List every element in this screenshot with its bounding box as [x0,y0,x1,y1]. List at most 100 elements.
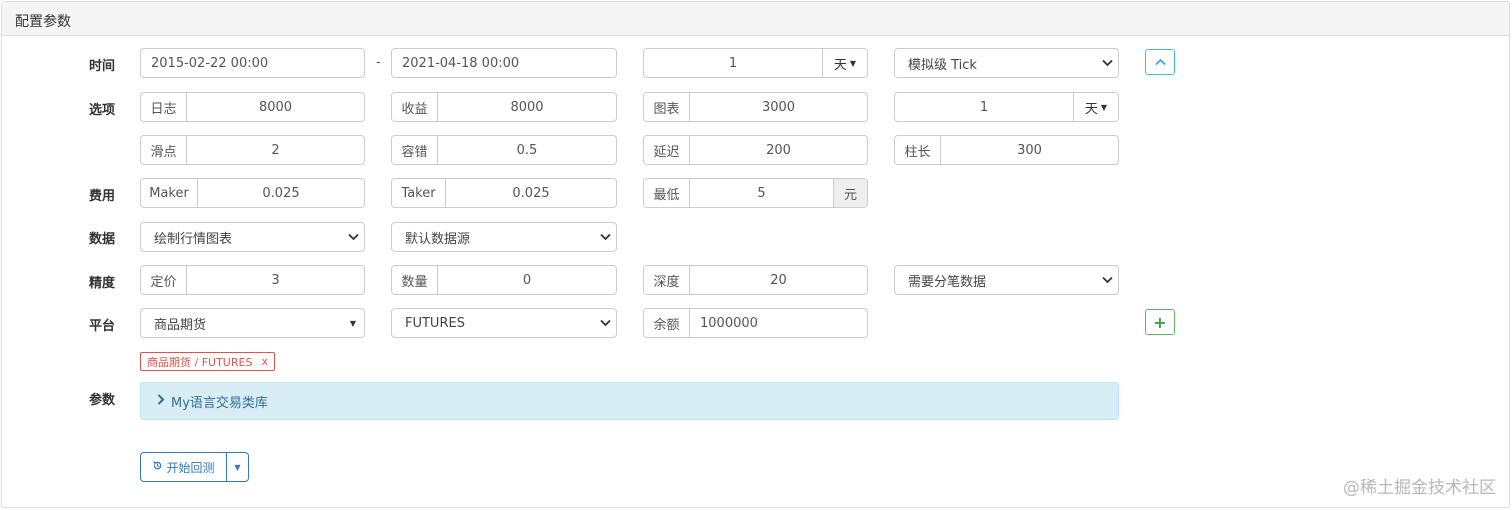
kline-period-input[interactable]: 1 天 ▼ [894,92,1119,122]
label-params: 参数 [89,393,116,408]
contract-value: FUTURES [405,315,465,331]
caret-down-icon: ▼ [849,58,857,68]
end-date-value: 2021-04-18 00:00 [402,55,520,71]
chart-mode-value: 绘制行情图表 [154,231,233,247]
min-fee-field[interactable]: 最低 5 元 [643,178,868,208]
date-separator: - [376,55,381,70]
profit-value: 8000 [510,99,544,115]
depth-field[interactable]: 深度 20 [643,265,868,295]
chevron-down-icon [594,309,616,337]
tolerance-label: 容错 [392,136,438,164]
tick-mode-value: 模拟级 Tick [908,57,977,73]
run-backtest-label: 开始回测 [166,460,215,475]
delay-field[interactable]: 延迟 200 [643,135,868,165]
qty-precision-label: 数量 [392,266,438,294]
period-input[interactable]: 1 天 ▼ [643,48,868,78]
slippage-value: 2 [271,142,280,158]
caret-down-icon: ▼ [234,462,241,472]
collapse-button[interactable] [1145,49,1175,75]
history-icon [152,460,163,474]
maker-fee-field[interactable]: Maker 0.025 [140,178,365,208]
price-precision-label: 定价 [141,266,187,294]
exchange-value: 商品期货 [154,317,207,333]
balance-value: 1000000 [700,315,758,331]
balance-label: 余额 [644,309,690,337]
label-fees: 费用 [89,189,116,204]
tick-mode-select[interactable]: 模拟级 Tick [894,48,1119,78]
maker-fee-value: 0.025 [262,185,300,201]
library-accordion[interactable]: My语言交易类库 [140,382,1119,420]
kline-unit-dropdown[interactable]: 天 ▼ [1073,93,1118,121]
chart-label: 图表 [644,93,690,121]
panel-title: 配置参数 [2,2,1509,36]
depth-value: 20 [770,272,787,288]
bar-length-value: 300 [1017,142,1042,158]
taker-fee-field[interactable]: Taker 0.025 [391,178,617,208]
profit-label: 收益 [392,93,438,121]
delay-value: 200 [766,142,791,158]
balance-field[interactable]: 余额 1000000 [643,308,868,338]
platform-tag: 商品期货 / FUTURES x [140,352,275,371]
min-fee-value: 5 [757,185,766,201]
start-date-value: 2015-02-22 00:00 [151,55,269,71]
price-precision-value: 3 [271,272,280,288]
run-backtest-group: 开始回测 ▼ [140,452,249,482]
caret-down-icon: ▼ [349,318,357,328]
profit-field[interactable]: 收益 8000 [391,92,617,122]
taker-fee-label: Taker [392,179,446,207]
watermark: @稀土掘金技术社区 [1343,478,1496,498]
label-data: 数据 [89,232,116,247]
chevron-right-icon [157,394,165,408]
add-platform-button[interactable]: + [1145,309,1175,335]
library-title: My语言交易类库 [171,395,268,411]
chart-mode-select[interactable]: 绘制行情图表 [140,222,365,252]
exchange-dropdown[interactable]: 商品期货 ▼ [140,308,365,338]
data-source-select[interactable]: 默认数据源 [391,222,617,252]
chevron-down-icon [594,223,616,251]
tick-data-value: 需要分笔数据 [908,274,987,290]
tolerance-value: 0.5 [516,142,538,158]
run-options-dropdown[interactable]: ▼ [227,452,249,482]
delay-label: 延迟 [644,136,690,164]
period-unit-dropdown[interactable]: 天 ▼ [822,49,867,77]
label-time: 时间 [89,59,116,74]
log-label: 日志 [141,93,187,121]
slippage-field[interactable]: 滑点 2 [140,135,365,165]
caret-down-icon: ▼ [1100,102,1108,112]
tolerance-field[interactable]: 容错 0.5 [391,135,617,165]
qty-precision-field[interactable]: 数量 0 [391,265,617,295]
depth-label: 深度 [644,266,690,294]
kline-period-value: 1 [979,99,989,115]
start-date-input[interactable]: 2015-02-22 00:00 [140,48,365,78]
bar-length-label: 柱长 [895,136,941,164]
label-platform: 平台 [89,319,116,334]
contract-select[interactable]: FUTURES [391,308,617,338]
price-precision-field[interactable]: 定价 3 [140,265,365,295]
kline-unit-label: 天 [1084,101,1098,117]
chevron-down-icon [342,223,364,251]
label-precision: 精度 [89,276,116,291]
period-unit-label: 天 [833,57,847,73]
log-value: 8000 [258,99,293,115]
qty-precision-value: 0 [522,272,532,288]
log-field[interactable]: 日志 8000 [140,92,365,122]
chevron-up-icon [1154,58,1166,66]
min-fee-label: 最低 [644,179,690,207]
chevron-down-icon [1096,49,1118,77]
slippage-label: 滑点 [141,136,187,164]
run-backtest-button[interactable]: 开始回测 [140,452,227,482]
period-value: 1 [728,55,738,71]
label-options: 选项 [89,103,116,118]
chevron-down-icon [1096,266,1118,294]
platform-tag-label: 商品期货 / FUTURES [147,355,253,369]
taker-fee-value: 0.025 [512,185,550,201]
end-date-input[interactable]: 2021-04-18 00:00 [391,48,617,78]
tag-close-icon[interactable]: x [261,355,268,368]
maker-fee-label: Maker [141,179,198,207]
data-source-value: 默认数据源 [405,231,471,247]
plus-icon: + [1153,312,1167,332]
bar-length-field[interactable]: 柱长 300 [894,135,1119,165]
chart-field[interactable]: 图表 3000 [643,92,868,122]
min-fee-unit: 元 [833,179,867,207]
tick-data-select[interactable]: 需要分笔数据 [894,265,1119,295]
